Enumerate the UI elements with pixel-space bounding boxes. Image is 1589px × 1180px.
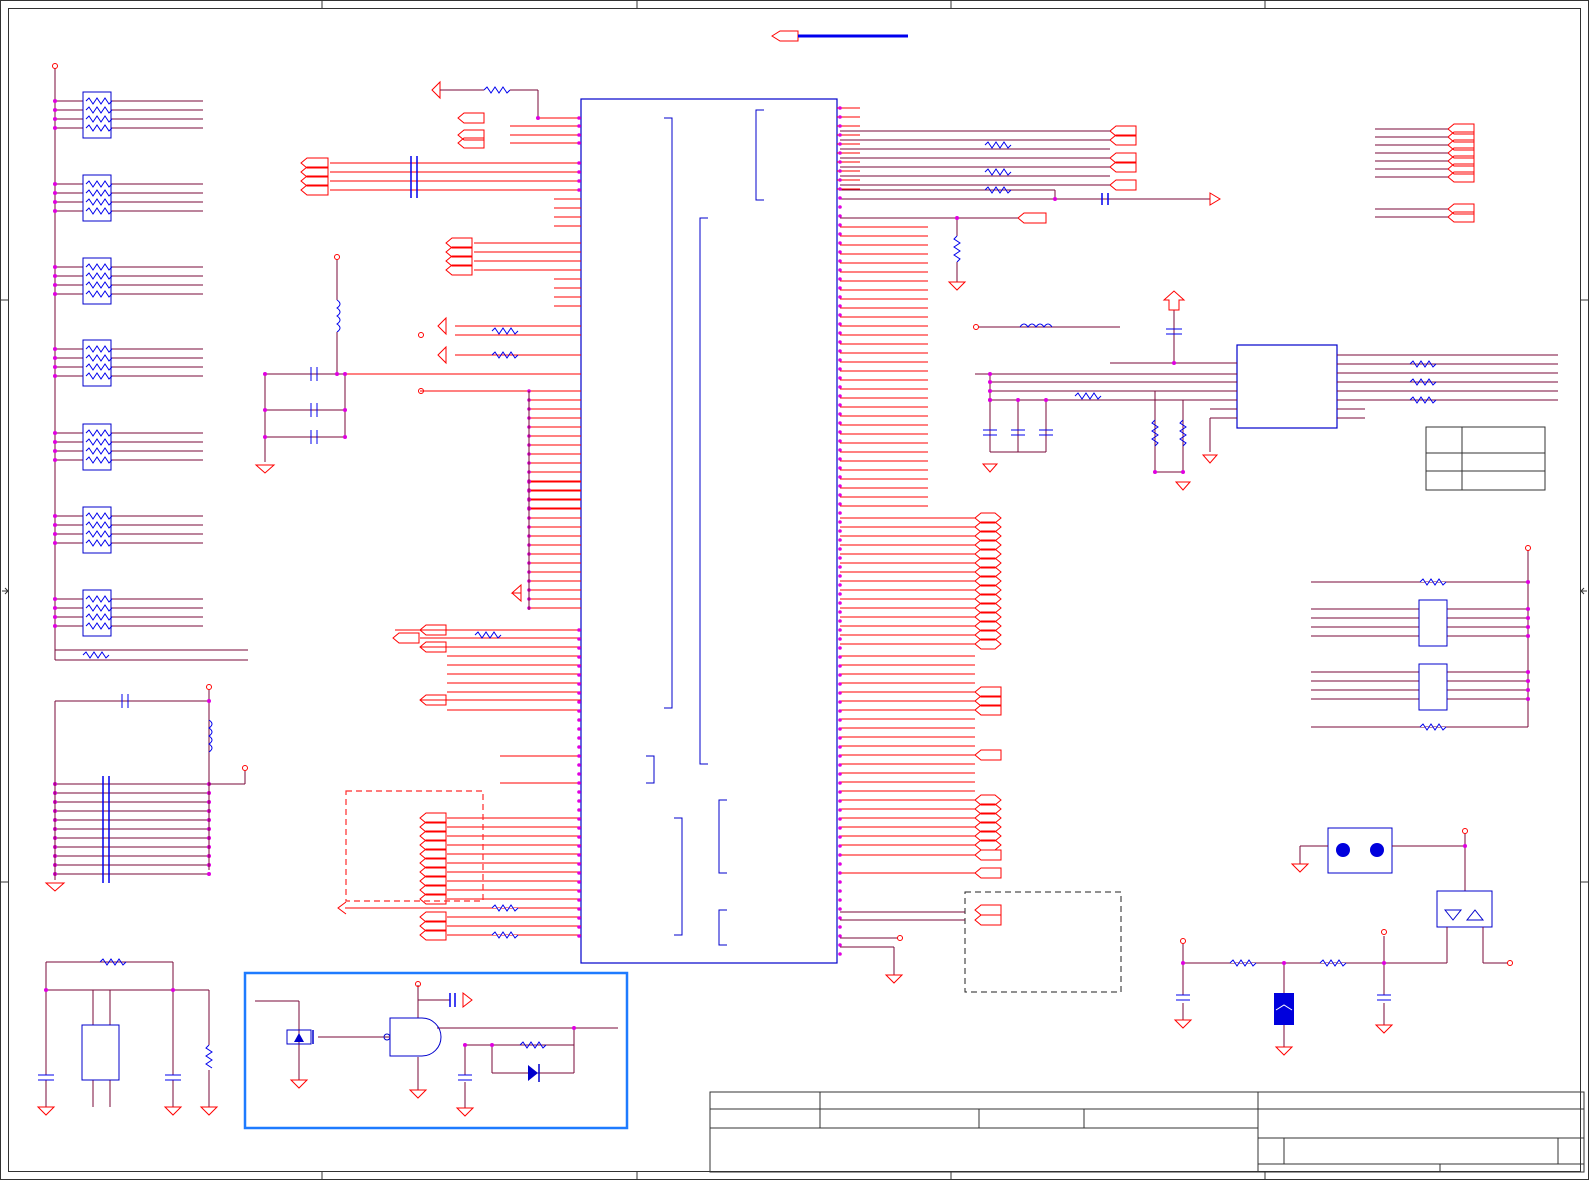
junction-dot (53, 541, 57, 545)
test-point (973, 324, 979, 330)
left-edge-arrow (2, 587, 9, 595)
gnd-secondary-3 (1201, 454, 1219, 464)
junction-dot (53, 200, 57, 204)
junction-dot (53, 514, 57, 518)
junction-dot (53, 274, 57, 278)
junction-dot (53, 347, 57, 351)
crystal-oscillator[interactable] (36, 958, 219, 1116)
junction-dot (53, 365, 57, 369)
junction-dot (53, 108, 57, 112)
ac-coupling-caps (410, 156, 418, 198)
main-ic[interactable] (580, 98, 838, 964)
junction-dot (53, 265, 57, 269)
ic-left-bus-lines (337, 389, 581, 941)
junction-dot (53, 374, 57, 378)
junction-dot (53, 191, 57, 195)
secondary-ic[interactable] (1236, 344, 1338, 429)
dashed-group-bottom (964, 891, 1122, 993)
ic-left-pins (330, 117, 581, 392)
left-resistor-networks (52, 63, 248, 661)
junction-dot (53, 126, 57, 130)
right-edge-arrow (1580, 587, 1587, 595)
output-arrow-right (1209, 192, 1221, 206)
left-diff-net-labels (300, 157, 473, 276)
junction-dot (53, 449, 57, 453)
junction-dot (53, 440, 57, 444)
junction-dot (53, 209, 57, 213)
sheet-border (0, 0, 1589, 1180)
junction-dot (53, 458, 57, 462)
junction-dot (53, 117, 57, 121)
led-indicator (1173, 929, 1447, 1056)
ic-right-pins (837, 107, 1002, 926)
junction-dot (53, 283, 57, 287)
decoupling-cap-array (53, 776, 211, 883)
junction-dot (53, 292, 57, 296)
junction-dot (53, 182, 57, 186)
right-top-outputs (1017, 125, 1137, 224)
connector-jumper[interactable] (1290, 827, 1468, 891)
top-bus-connector[interactable] (771, 30, 908, 42)
junction-dots (44, 106, 1530, 1047)
junction-dot (53, 431, 57, 435)
upper-right-net-labels (1447, 123, 1475, 223)
right-resistor-networks (1311, 545, 1531, 731)
gnd-secondary-1 (981, 463, 999, 473)
mosfet[interactable] (1436, 890, 1513, 966)
junction-dot (53, 624, 57, 628)
dashed-group-left (345, 790, 484, 902)
upper-right-wires (1375, 128, 1448, 218)
right-top-wires (840, 130, 1210, 219)
gnd-secondary-2 (1174, 481, 1192, 491)
lower-filter-cluster (44, 684, 248, 892)
secondary-ic-wiring (975, 310, 1558, 473)
junction-dot (53, 615, 57, 619)
junction-dot (53, 523, 57, 527)
filter-inductor-cluster (254, 254, 519, 474)
gnd-arrow-left-bus (510, 583, 522, 603)
reset-circuit[interactable] (243, 971, 629, 1130)
ic-bottom-connections (840, 911, 965, 984)
junction-dot (53, 606, 57, 610)
schematic-sheet (0, 0, 1589, 1180)
left-top-pullup (431, 80, 539, 149)
title-block (709, 1091, 1585, 1173)
junction-dot (53, 597, 57, 601)
power-arrow-up (1162, 290, 1186, 311)
junction-dot (53, 99, 57, 103)
option-table (1425, 426, 1546, 491)
junction-dot (53, 532, 57, 536)
pulldown-resistor (947, 218, 967, 291)
junction-dot (53, 356, 57, 360)
